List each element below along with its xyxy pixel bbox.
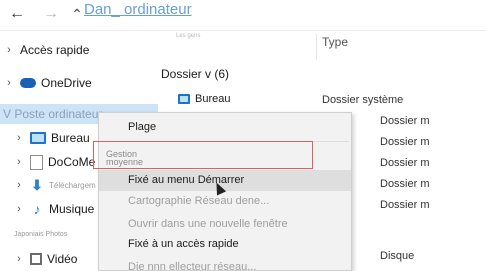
menu-item-map-network-drive[interactable]: Cartographie Réseau dene...: [99, 191, 351, 212]
row-type: Dossier m: [380, 136, 430, 148]
menu-item-pin-to-start[interactable]: Fixé au menu Démarrer: [99, 170, 351, 191]
column-header-type[interactable]: Type: [322, 35, 348, 49]
chevron-right-icon[interactable]: ›: [14, 203, 24, 215]
group-header[interactable]: Dossier v (6): [161, 67, 229, 81]
menu-item-pin-quick-access[interactable]: Fixé à un accès rapide: [99, 234, 351, 255]
row-type: Dossier m: [380, 157, 430, 169]
sidebar-item-music[interactable]: › ♪ Musique: [14, 199, 94, 219]
chevron-right-icon[interactable]: ›: [4, 77, 14, 89]
sidebar-item-label: OneDrive: [41, 76, 92, 90]
sidebar-item-label: DoCoMe: [48, 155, 96, 169]
row-name-text: Bureau: [195, 93, 231, 105]
chevron-right-icon[interactable]: ›: [14, 132, 24, 144]
sidebar-item-quick-access[interactable]: › Accès rapide: [4, 40, 89, 60]
chevron-right-icon[interactable]: ›: [14, 253, 24, 265]
chevron-right-icon[interactable]: ›: [4, 44, 14, 56]
desktop-icon: [30, 132, 46, 144]
sidebar-item-videos[interactable]: › Vidéo: [14, 249, 77, 269]
document-icon: [30, 154, 43, 170]
video-icon: [30, 253, 42, 265]
row-type: Dossier m: [380, 115, 430, 127]
back-arrow-icon[interactable]: ←: [6, 4, 28, 24]
faded-text: Les gens: [176, 33, 201, 39]
chevron-right-icon[interactable]: ›: [14, 156, 24, 168]
menu-item-disconnect-drive[interactable]: Die nnn ellecteur réseau...: [99, 257, 351, 271]
sidebar-item-desktop[interactable]: › Bureau: [14, 128, 90, 148]
navigation-bar: ← → ⌃ Dan_ ordinateur: [0, 0, 486, 30]
row-type: Dossier m: [380, 199, 430, 211]
download-icon: ⬇: [31, 176, 43, 193]
table-row-name[interactable]: Bureau: [178, 93, 230, 105]
column-divider: [316, 34, 317, 60]
sidebar-item-label: Téléchargem: [49, 180, 96, 190]
sidebar-item-label: Vidéo: [47, 252, 78, 266]
sidebar-item-label: Japoniais Photos: [14, 230, 68, 238]
row-type: Dossier système: [322, 94, 404, 106]
cloud-icon: [20, 78, 36, 88]
desktop-icon: [178, 94, 190, 104]
menu-item-open-new-window[interactable]: Ouvrir dans une nouvelle fenêtre: [99, 214, 351, 235]
sidebar-item-pictures[interactable]: Japoniais Photos: [14, 224, 67, 244]
forward-arrow-icon[interactable]: →: [40, 4, 62, 24]
chevron-right-icon[interactable]: ›: [14, 179, 24, 191]
highlight-frame: [93, 141, 313, 169]
sidebar-item-label: Musique: [49, 202, 95, 216]
sidebar-item-label: Bureau: [51, 131, 90, 145]
menu-item-pin[interactable]: Plage: [99, 117, 351, 138]
sidebar-item-documents[interactable]: › DoCoMe: [14, 152, 95, 172]
sidebar-item-label: V Poste ordinateur: [3, 107, 103, 121]
row-type: Dossier m: [380, 178, 430, 190]
address-bar[interactable]: Dan_ ordinateur: [84, 1, 192, 18]
sidebar-item-onedrive[interactable]: › OneDrive: [4, 73, 92, 93]
sidebar-item-downloads[interactable]: › ⬇ Téléchargem: [14, 175, 96, 195]
music-note-icon: ♪: [33, 201, 41, 217]
sidebar-item-label: Accès rapide: [20, 43, 90, 57]
row-type: Disque: [380, 250, 415, 262]
